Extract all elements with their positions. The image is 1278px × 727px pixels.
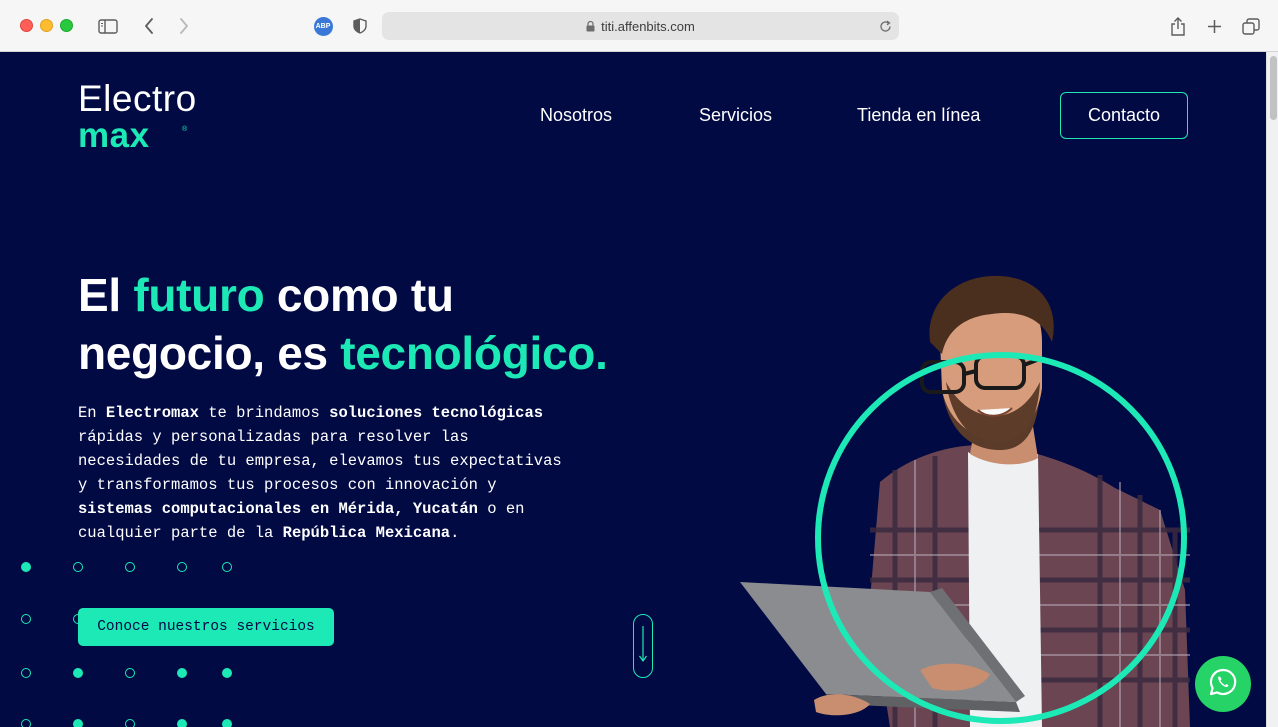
scrollbar-thumb[interactable] [1270,56,1277,120]
nav-tienda-en-linea[interactable]: Tienda en línea [857,105,980,126]
decor-dot [21,614,31,624]
decor-dot [222,562,232,572]
url-text: titi.affenbits.com [601,18,695,34]
sidebar-icon[interactable] [96,14,120,38]
decor-dot [73,562,83,572]
headline-text: El [78,269,134,321]
decor-dot [222,719,232,727]
contacto-button[interactable]: Contacto [1060,92,1188,139]
page-scrollbar[interactable] [1266,52,1278,727]
zoom-window-button[interactable] [60,19,73,32]
decor-dot [222,668,232,678]
minimize-window-button[interactable] [40,19,53,32]
address-bar[interactable]: titi.affenbits.com [382,12,899,40]
decor-dot [125,668,135,678]
reload-icon[interactable] [877,18,893,34]
headline-accent-tecnologico: tecnológico. [340,327,608,379]
decor-dot [21,668,31,678]
logo-wordmark-max: max [78,116,150,155]
privacy-shield-icon[interactable] [349,14,371,38]
decor-dot [73,614,83,624]
intro-text: te brindamos [198,404,330,422]
headline-text: como tu [264,269,454,321]
whatsapp-chat-button[interactable] [1195,656,1251,712]
browser-toolbar: ABP titi.affenbits.com [0,0,1278,52]
scroll-down-indicator[interactable] [633,614,653,678]
intro-bold-country: República Mexicana [282,524,451,542]
new-tab-icon[interactable] [1202,14,1226,38]
web-page: Electro max ® Nosotros Servicios Tienda … [0,52,1266,727]
intro-bold-location: sistemas computacionales en Mérida, Yuca… [78,500,478,518]
hero-person-image [740,275,1190,727]
intro-text: . [450,524,460,542]
arrow-down-icon [638,624,648,669]
whatsapp-icon [1208,667,1238,702]
decor-dot [73,668,83,678]
decor-dot [125,562,135,572]
headline-accent-futuro: futuro [133,269,265,321]
nav-nosotros[interactable]: Nosotros [540,105,612,126]
conoce-servicios-button[interactable]: Conoce nuestros servicios [78,608,334,646]
forward-icon[interactable] [173,14,195,38]
headline-text: negocio, es [78,327,341,379]
hero-description: En Electromax te brindamos soluciones te… [78,401,578,545]
lock-icon [586,20,595,32]
decor-dot [21,562,31,572]
tab-overview-icon[interactable] [1239,14,1263,38]
intro-bold-brand: Electromax [105,404,199,422]
share-icon[interactable] [1166,14,1190,38]
intro-text: En [78,404,106,422]
decor-dot [125,719,135,727]
hero-headline: El futuro como tu negocio, es tecnológico… [78,266,698,382]
nav-servicios[interactable]: Servicios [699,105,772,126]
decor-dot [177,562,187,572]
close-window-button[interactable] [20,19,33,32]
decor-dot [73,719,83,727]
intro-bold-solutions: soluciones tecnológicas [329,404,544,422]
electromax-logo[interactable]: Electro max ® [78,78,228,155]
decor-dot [177,719,187,727]
logo-registered-mark: ® [182,126,188,133]
logo-wordmark-electro: Electro [78,78,197,119]
intro-text: rápidas y personalizadas para resolver l… [78,428,562,494]
adblock-badge: ABP [313,16,333,36]
adblock-icon[interactable]: ABP [312,14,334,38]
decor-dot [21,719,31,727]
back-icon[interactable] [138,14,160,38]
decor-dot [177,668,187,678]
